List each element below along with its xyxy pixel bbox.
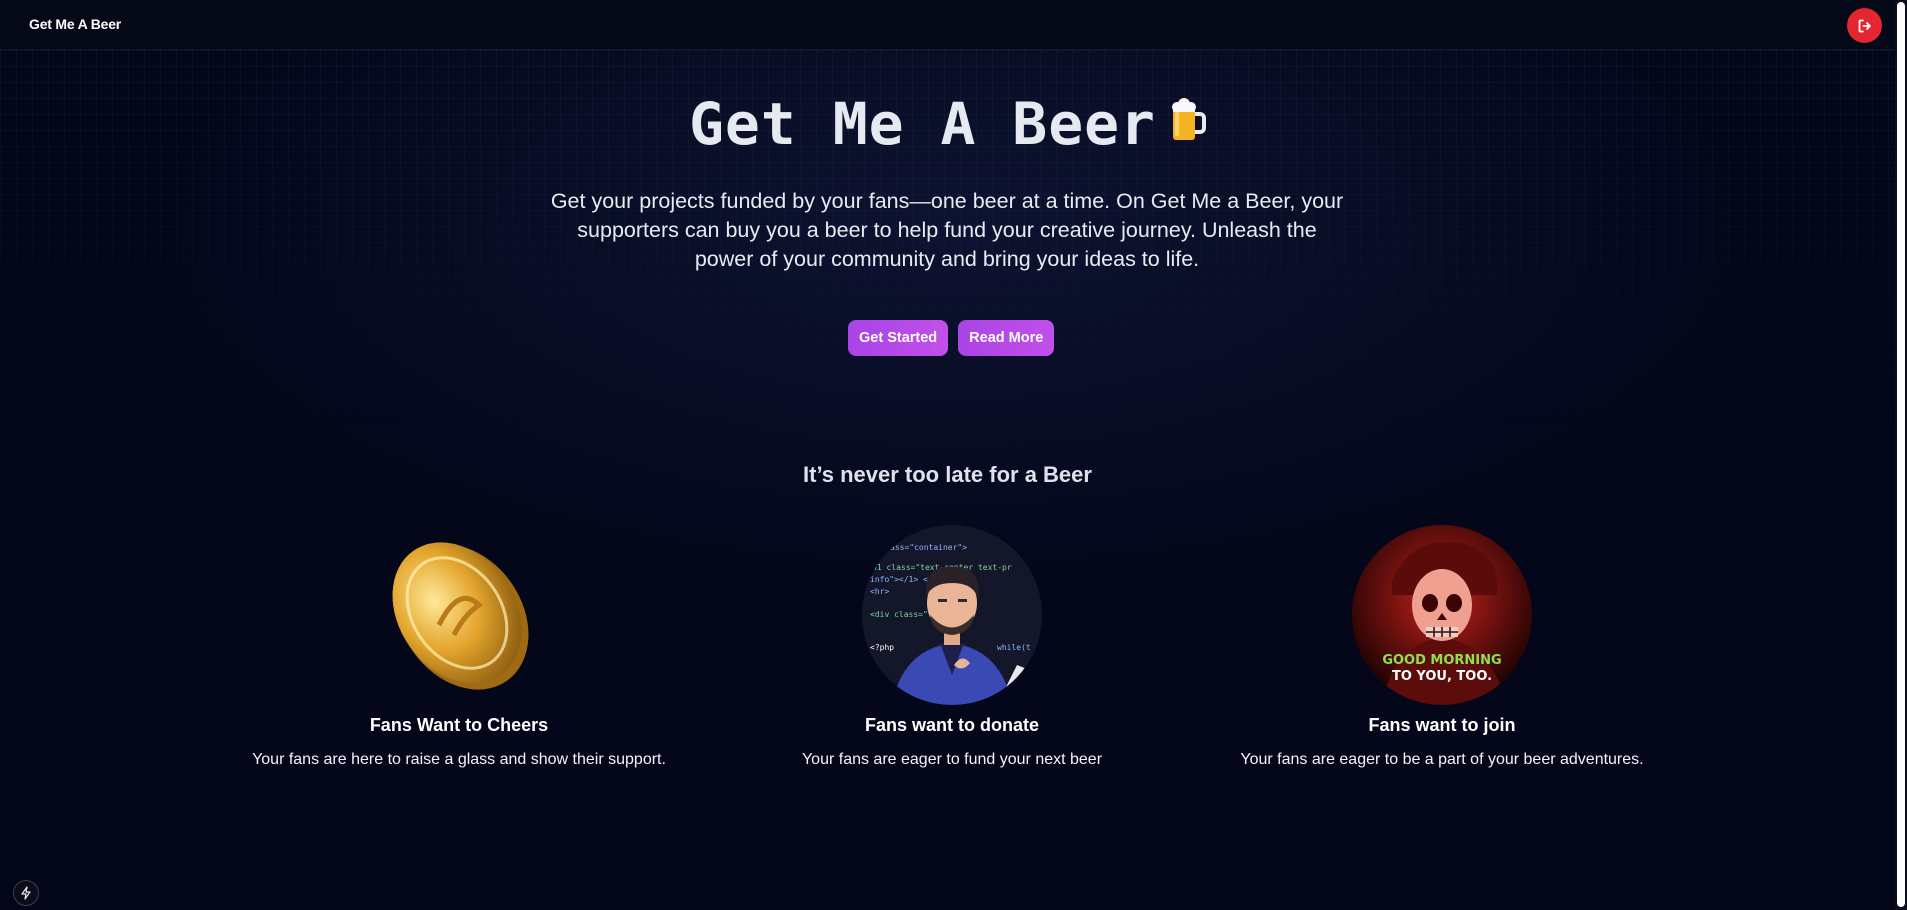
feature-title: Fans Want to Cheers bbox=[369, 715, 549, 735]
feature-card-join: GOOD MORNING TO YOU, TOO. Fans want to j… bbox=[1232, 525, 1652, 772]
navbar: Get Me A Beer bbox=[0, 0, 1895, 50]
feature-title: Fans want to donate bbox=[864, 715, 1039, 735]
feature-text: Your fans are eager to be a part of your… bbox=[1240, 751, 1644, 768]
feature-text: Your fans are eager to fund your next be… bbox=[801, 751, 1103, 768]
image-caption-line2: TO YOU, TOO. bbox=[1392, 669, 1492, 684]
code-line: <?php bbox=[870, 643, 894, 652]
hero-description: Get your projects funded by your fans—on… bbox=[550, 189, 1344, 271]
skull-soldier-image: GOOD MORNING TO YOU, TOO. bbox=[1352, 525, 1532, 705]
logout-button[interactable] bbox=[1847, 8, 1882, 43]
feature-text: Your fans are here to raise a glass and … bbox=[252, 751, 666, 768]
get-started-button[interactable]: Get Started bbox=[848, 320, 949, 356]
scrollbar-thumb[interactable] bbox=[1897, 2, 1905, 907]
code-line: <hr> bbox=[870, 587, 889, 596]
dev-indicator-button[interactable] bbox=[13, 880, 39, 906]
lightning-icon bbox=[21, 886, 31, 900]
hero-title: Get Me A Beer bbox=[0, 90, 1895, 158]
read-more-button[interactable]: Read More bbox=[958, 320, 1055, 356]
page: Get Me A Beer Get Me A Beer Get your pro… bbox=[0, 0, 1907, 910]
code-line: <div class=" bbox=[870, 610, 928, 619]
feature-card-donate: ass="container"> h1 class="text-center t… bbox=[742, 525, 1162, 772]
feature-title: Fans want to join bbox=[1368, 715, 1516, 735]
code-line: ass="container"> bbox=[890, 543, 967, 552]
feature-card-cheers: Fans Want to Cheers Your fans are here t… bbox=[249, 525, 669, 772]
code-line: while(t bbox=[997, 643, 1031, 652]
logout-icon bbox=[1858, 19, 1871, 32]
brand-link[interactable]: Get Me A Beer bbox=[29, 16, 121, 32]
beer-mug-icon bbox=[1171, 98, 1206, 140]
page-title: Get Me A Beer bbox=[689, 90, 1156, 158]
section-title: It’s never too late for a Beer bbox=[803, 462, 1092, 487]
vertical-scrollbar[interactable] bbox=[1895, 0, 1907, 910]
developer-avatar-image: ass="container"> h1 class="text-center t… bbox=[862, 525, 1042, 705]
hero-buttons: Get Started Read More bbox=[848, 320, 1055, 356]
image-caption-line1: GOOD MORNING bbox=[1382, 653, 1501, 668]
gold-coin-image bbox=[369, 525, 549, 705]
